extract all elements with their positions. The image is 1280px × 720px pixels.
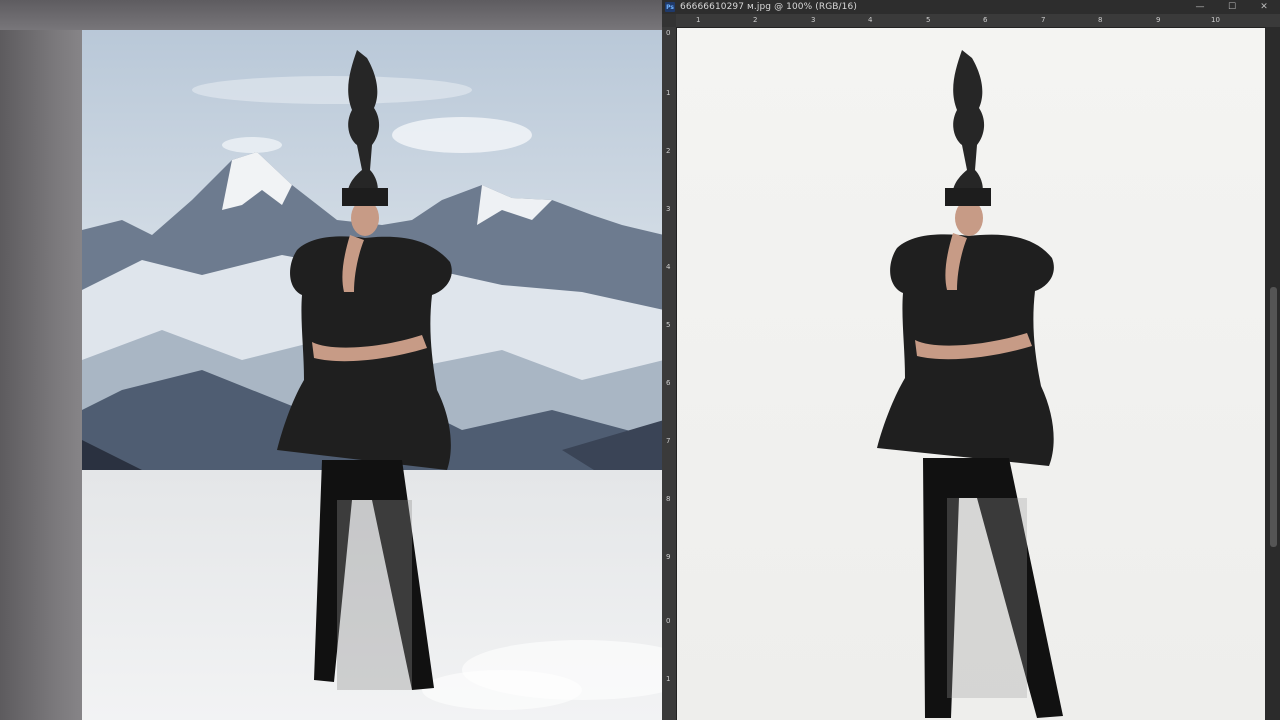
- model-cutout-image: [877, 50, 1063, 718]
- horizontal-ruler[interactable]: 1 2 3 4 5 6 7 8 9 10: [676, 14, 1280, 28]
- ruler-tick: 3: [666, 205, 671, 213]
- ruler-origin[interactable]: [662, 14, 676, 27]
- ruler-tick: 10: [1211, 16, 1220, 24]
- ruler-tick: 9: [666, 553, 671, 561]
- ruler-tick: 5: [666, 321, 671, 329]
- ruler-tick: 4: [868, 16, 873, 24]
- ruler-tick: 0: [666, 29, 671, 37]
- ruler-tick: 2: [753, 16, 758, 24]
- ruler-tick: 8: [1098, 16, 1103, 24]
- ruler-tick: 3: [811, 16, 816, 24]
- scrollbar-thumb[interactable]: [1270, 287, 1277, 547]
- maximize-button[interactable]: ☐: [1216, 0, 1248, 14]
- minimize-button[interactable]: —: [1184, 0, 1216, 14]
- ruler-tick: 8: [666, 495, 671, 503]
- mountain-composite-image: [82, 30, 664, 720]
- window-controls: — ☐ ✕: [1184, 0, 1280, 14]
- ruler-tick: 6: [666, 379, 671, 387]
- model-figure-right: [877, 50, 1063, 718]
- ruler-tick: 9: [1156, 16, 1161, 24]
- left-document-canvas[interactable]: [82, 30, 664, 720]
- monitor-top-strip: [0, 0, 670, 30]
- ps-document-canvas[interactable]: [677, 28, 1265, 720]
- ruler-tick: 5: [926, 16, 931, 24]
- photoshop-logo-icon: Ps: [665, 2, 675, 12]
- ruler-tick: 1: [666, 89, 671, 97]
- document-title: 66666610297 м.jpg @ 100% (RGB/16): [680, 2, 857, 12]
- ruler-tick: 2: [666, 147, 671, 155]
- ruler-tick: 1: [666, 675, 671, 683]
- photoshop-document-window[interactable]: Ps 66666610297 м.jpg @ 100% (RGB/16) — ☐…: [662, 0, 1280, 720]
- monitor-bezel-left: [0, 0, 90, 720]
- ruler-tick: 6: [983, 16, 988, 24]
- vertical-ruler[interactable]: 0 1 2 3 4 5 6 7 8 9 0 1: [662, 27, 677, 720]
- vertical-scrollbar[interactable]: [1266, 27, 1280, 720]
- ruler-tick: 0: [666, 617, 671, 625]
- ruler-tick: 4: [666, 263, 671, 271]
- ruler-tick: 1: [696, 16, 701, 24]
- ruler-tick: 7: [666, 437, 671, 445]
- close-button[interactable]: ✕: [1248, 0, 1280, 14]
- ruler-tick: 7: [1041, 16, 1046, 24]
- ps-titlebar[interactable]: Ps 66666610297 м.jpg @ 100% (RGB/16) — ☐…: [662, 0, 1280, 14]
